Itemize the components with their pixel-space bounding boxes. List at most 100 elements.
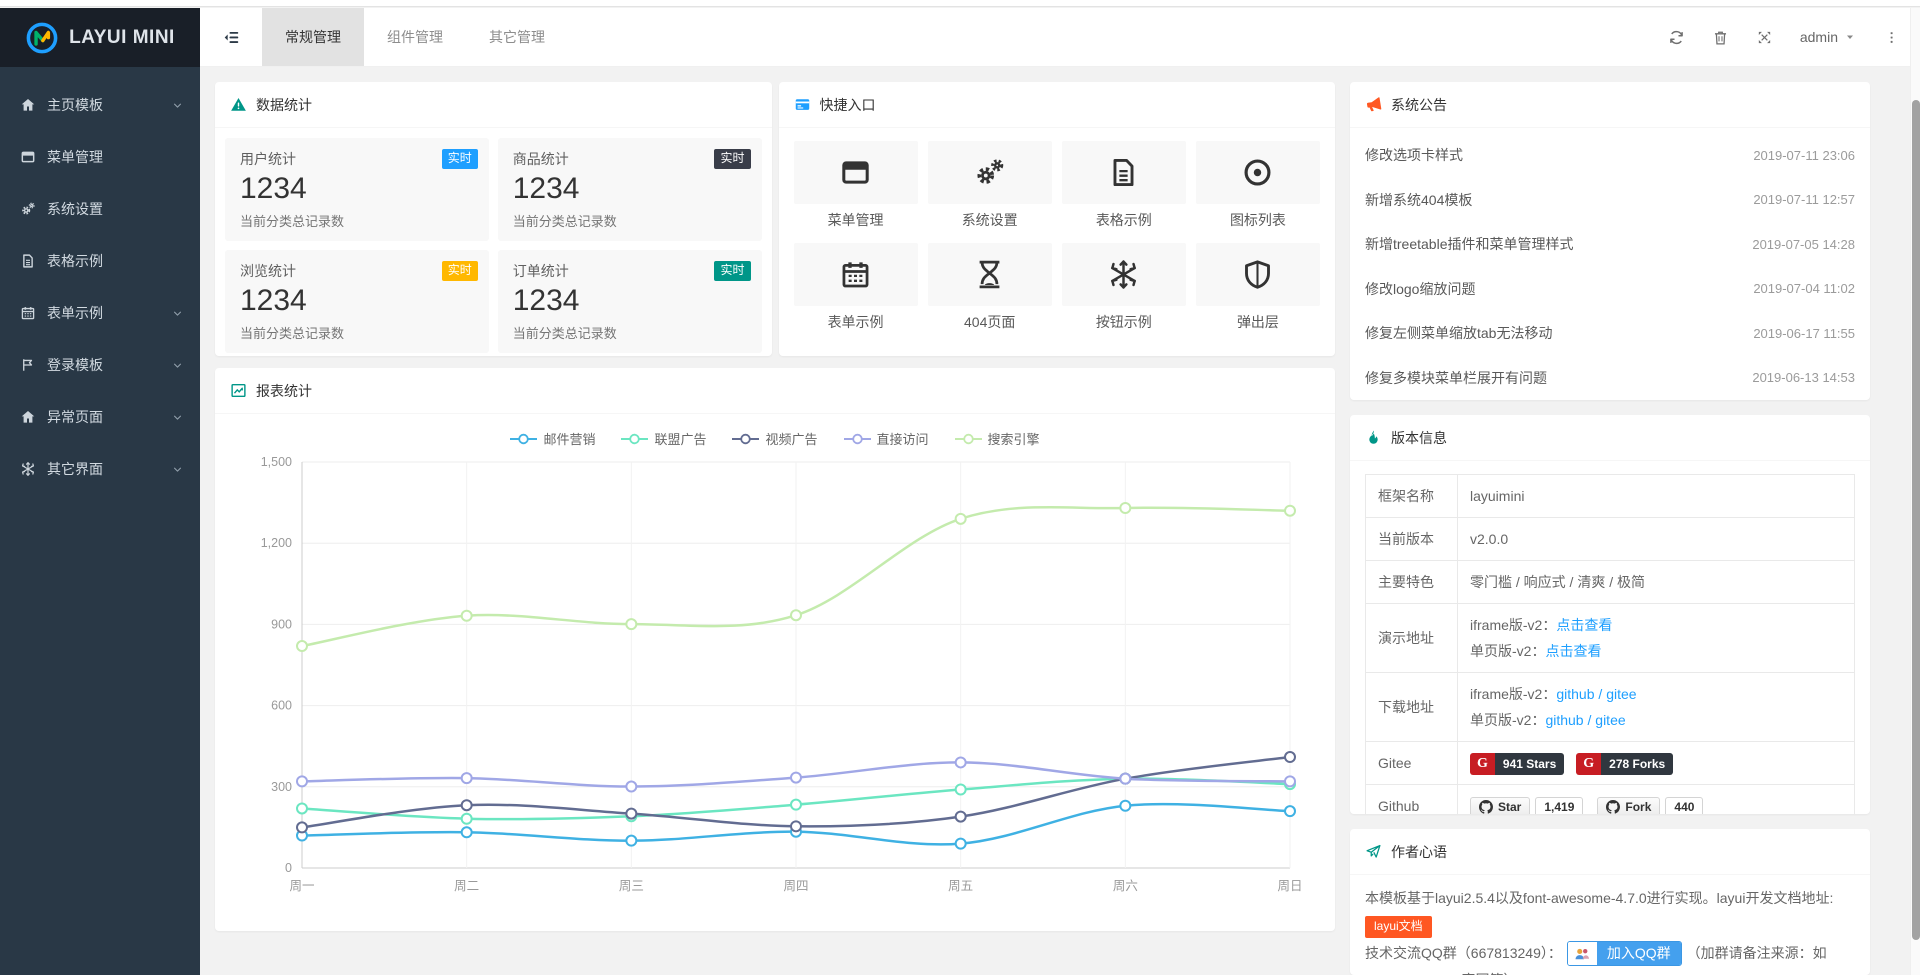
svg-text:周一: 周一 <box>289 879 314 893</box>
svg-text:周日: 周日 <box>1277 879 1302 893</box>
version-table-row: 主要特色零门槛 / 响应式 / 清爽 / 极简 <box>1366 561 1855 604</box>
announcement-item[interactable]: 修复多模块菜单栏展开有问题2019-06-13 14:53 <box>1365 356 1855 401</box>
gears-icon <box>20 201 37 217</box>
gitee-badge[interactable]: G278 Forks <box>1576 753 1673 775</box>
author-line-2: 技术交流QQ群（667813249）：加入QQ群（加群请备注来源：如gitee、… <box>1365 940 1855 975</box>
fire-icon <box>1365 429 1382 446</box>
legend-marker <box>732 433 759 445</box>
tab-general[interactable]: 常规管理 <box>262 8 364 66</box>
bullhorn-icon <box>1365 96 1382 113</box>
chevron-down-icon <box>171 307 184 320</box>
announcement-item[interactable]: 修改logo缩放问题2019-07-04 11:02 <box>1365 267 1855 312</box>
stat-description: 当前分类总记录数 <box>240 211 474 230</box>
link-github[interactable]: github <box>1545 712 1583 728</box>
report-panel-title: 报表统计 <box>256 381 312 401</box>
legend-label: 邮件营销 <box>543 429 595 448</box>
sidebar-item-table-example[interactable]: 表格示例 <box>0 235 200 287</box>
quick-entry-menu-management[interactable]: 菜单管理 <box>794 141 918 230</box>
announcement-item[interactable]: 新增系统404模板2019-07-11 12:57 <box>1365 178 1855 223</box>
sidebar-collapse-button[interactable] <box>200 8 262 66</box>
quick-panel-title: 快捷入口 <box>820 95 876 115</box>
sidebar-item-form-example[interactable]: 表单示例 <box>0 287 200 339</box>
legend-item-搜索引擎[interactable]: 搜索引擎 <box>955 429 1040 448</box>
paper-plane-icon <box>1365 843 1382 860</box>
report-panel: 报表统计 邮件营销联盟广告视频广告直接访问搜索引擎 03006009001,20… <box>215 368 1335 931</box>
quick-entry-page-404[interactable]: 404页面 <box>928 243 1052 332</box>
link-点击查看[interactable]: 点击查看 <box>1545 643 1601 659</box>
announcement-date: 2019-07-05 14:28 <box>1752 237 1855 252</box>
sidebar-item-menu-management[interactable]: 菜单管理 <box>0 131 200 183</box>
legend-item-联盟广告[interactable]: 联盟广告 <box>621 429 706 448</box>
stats-panel-header: 数据统计 <box>215 82 772 128</box>
quick-entry-button-example[interactable]: 按钮示例 <box>1062 243 1186 332</box>
flag-icon <box>20 357 37 373</box>
link-gitee[interactable]: gitee <box>1595 712 1625 728</box>
snowflake-icon <box>20 461 37 477</box>
legend-item-视频广告[interactable]: 视频广告 <box>732 429 817 448</box>
more-menu-button[interactable] <box>1883 29 1900 46</box>
quick-entry-form-example[interactable]: 表单示例 <box>794 243 918 332</box>
tab-component[interactable]: 组件管理 <box>364 8 466 66</box>
user-name: admin <box>1800 29 1838 45</box>
svg-text:周六: 周六 <box>1113 879 1138 893</box>
stat-label: 用户统计 <box>240 149 474 169</box>
announcement-item[interactable]: 修改选项卡样式2019-07-11 23:06 <box>1365 133 1855 178</box>
version-panel-header: 版本信息 <box>1350 415 1870 461</box>
quick-entry-label: 弹出层 <box>1196 312 1320 332</box>
quick-entry-popup-layer[interactable]: 弹出层 <box>1196 243 1320 332</box>
join-qq-group-button[interactable]: 加入QQ群 <box>1567 941 1682 966</box>
quick-entry-icon-list[interactable]: 图标列表 <box>1196 141 1320 230</box>
chevron-down-icon <box>171 463 184 476</box>
github-fork-badge[interactable]: Fork440 <box>1597 797 1703 814</box>
announcement-text: 新增treetable插件和菜单管理样式 <box>1365 234 1573 254</box>
announcement-date: 2019-06-17 11:55 <box>1753 326 1855 341</box>
version-table-wrap: 框架名称layuimini当前版本v2.0.0主要特色零门槛 / 响应式 / 清… <box>1350 461 1870 814</box>
announcement-item[interactable]: 新增treetable插件和菜单管理样式 2019-07-05 14:28 <box>1365 222 1855 267</box>
stats-cards: 用户统计实时1234当前分类总记录数商品统计实时1234当前分类总记录数浏览统计… <box>215 128 772 356</box>
legend-item-邮件营销[interactable]: 邮件营销 <box>510 429 595 448</box>
announcement-item[interactable]: 修复左侧菜单缩放tab无法移动2019-06-17 11:55 <box>1365 311 1855 356</box>
chevron-down-icon <box>171 411 184 424</box>
window-icon <box>794 141 918 204</box>
refresh-button[interactable] <box>1668 29 1685 46</box>
link-点击查看[interactable]: 点击查看 <box>1556 617 1612 633</box>
sidebar-item-label: 表格示例 <box>47 251 103 271</box>
sidebar-item-login-template[interactable]: 登录模板 <box>0 339 200 391</box>
legend-item-直接访问[interactable]: 直接访问 <box>844 429 929 448</box>
logo[interactable]: LAYUI MINI <box>0 8 200 67</box>
quick-entry-label: 图标列表 <box>1196 210 1320 230</box>
sidebar-item-home-template[interactable]: 主页模板 <box>0 79 200 131</box>
svg-text:周五: 周五 <box>948 879 973 893</box>
sidebar-item-system-settings[interactable]: 系统设置 <box>0 183 200 235</box>
fullscreen-button[interactable] <box>1756 29 1773 46</box>
quick-entry-system-settings[interactable]: 系统设置 <box>928 141 1052 230</box>
user-dropdown[interactable]: admin <box>1800 29 1856 45</box>
version-table: 框架名称layuimini当前版本v2.0.0主要特色零门槛 / 响应式 / 清… <box>1365 474 1855 814</box>
gitee-logo: G <box>1470 753 1495 775</box>
announcements-panel: 系统公告 修改选项卡样式2019-07-11 23:06新增系统404模板201… <box>1350 82 1870 400</box>
author-content: 本模板基于layui2.5.4以及font-awesome-4.7.0进行实现。… <box>1350 875 1870 975</box>
stat-value: 1234 <box>513 284 747 318</box>
gitee-badge[interactable]: G941 Stars <box>1470 753 1564 775</box>
sidebar-item-other-pages[interactable]: 其它界面 <box>0 443 200 495</box>
clear-cache-button[interactable] <box>1712 29 1729 46</box>
link-github[interactable]: github <box>1556 686 1594 702</box>
scrollbar-thumb[interactable] <box>1912 100 1920 940</box>
quick-entry-label: 404页面 <box>928 312 1052 332</box>
sidebar-item-label: 系统设置 <box>47 199 103 219</box>
stats-panel-title: 数据统计 <box>256 95 312 115</box>
quick-entry-table-example[interactable]: 表格示例 <box>1062 141 1186 230</box>
legend-marker <box>844 433 871 445</box>
author-panel-title: 作者心语 <box>1391 842 1447 862</box>
quick-entry-grid: 菜单管理系统设置表格示例图标列表表单示例 404页面按钮示例弹出层 <box>779 128 1336 345</box>
announcement-date: 2019-06-13 14:53 <box>1752 370 1855 385</box>
version-table-row: 演示地址iframe版-v2：点击查看单页版-v2：点击查看 <box>1366 604 1855 673</box>
layui-doc-badge[interactable]: layui文档 <box>1365 916 1432 938</box>
sidebar-item-error-pages[interactable]: 异常页面 <box>0 391 200 443</box>
sidebar: 主页模板菜单管理系统设置表格示例表单示例登录模板异常页面其它界面 <box>0 67 200 975</box>
tab-other[interactable]: 其它管理 <box>466 8 568 66</box>
link-gitee[interactable]: gitee <box>1606 686 1636 702</box>
github-star-badge[interactable]: Star1,419 <box>1470 797 1583 814</box>
legend-marker <box>510 433 537 445</box>
logo-title: LAYUI MINI <box>69 27 175 49</box>
